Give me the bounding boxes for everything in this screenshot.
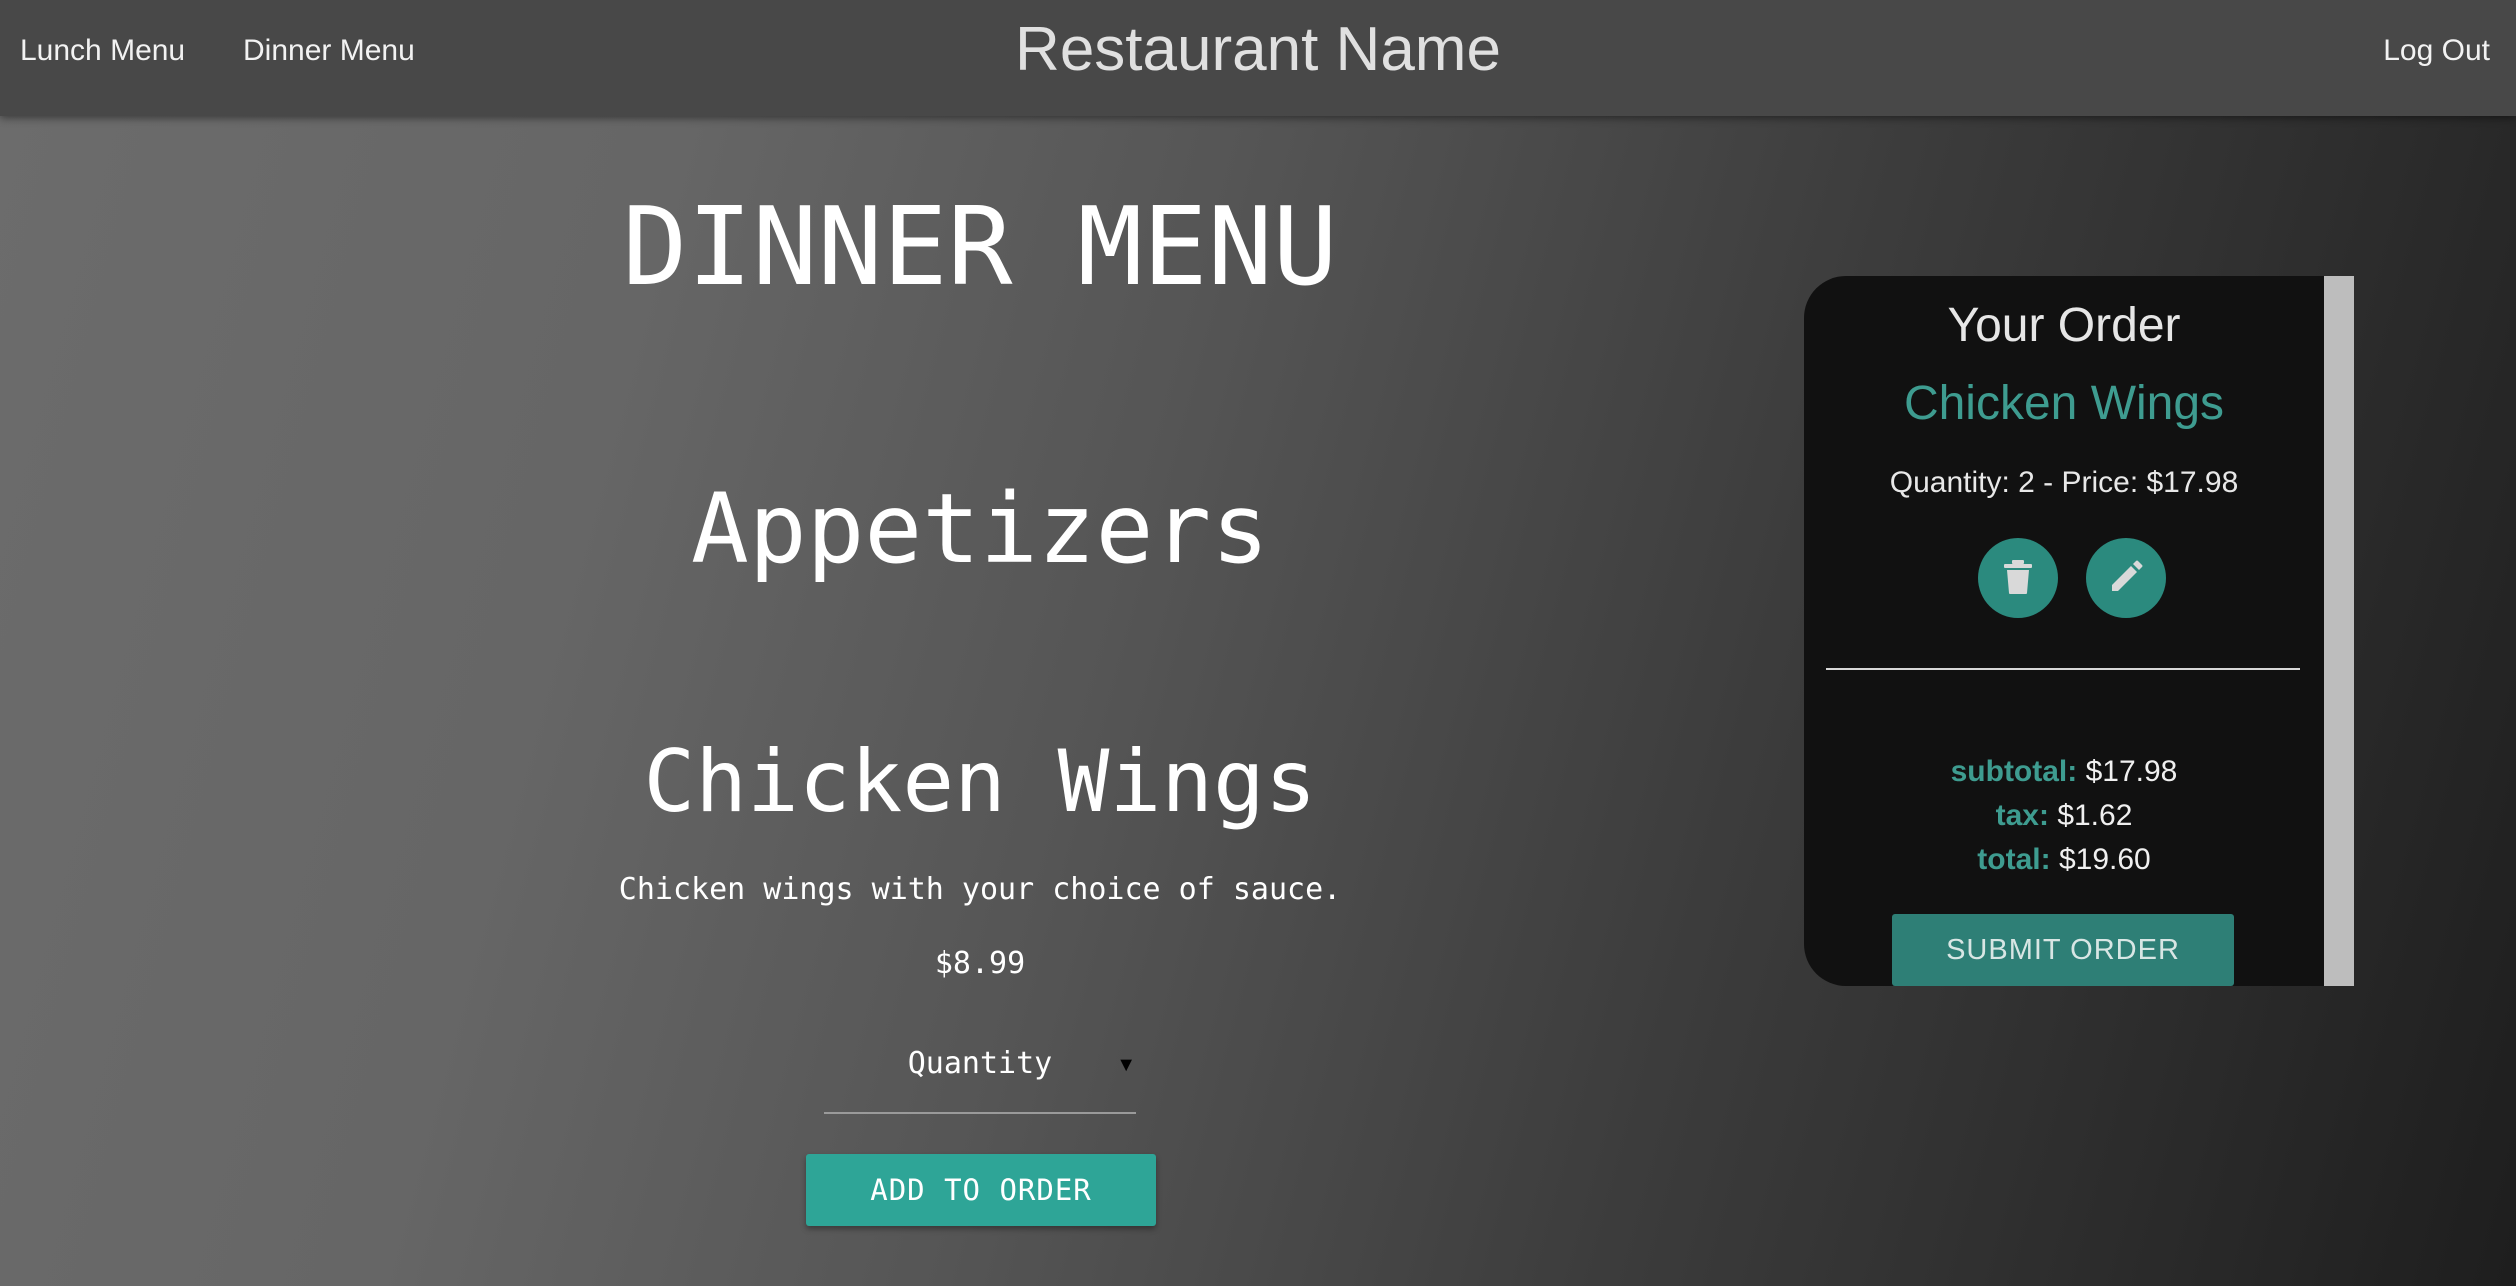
menu-item-price: $8.99 (934, 946, 1026, 981)
subtotal-value: $17.98 (2085, 755, 2178, 788)
order-item-name: Chicken Wings (1903, 377, 2225, 430)
quantity-select[interactable]: Quantity ▼ (824, 1028, 1136, 1114)
delete-item-button[interactable] (1978, 538, 2058, 618)
section-title: Appetizers (691, 473, 1269, 585)
tax-row: tax: $1.62 (1804, 794, 2324, 838)
pencil-icon (2108, 559, 2144, 598)
total-value: $19.60 (2058, 843, 2151, 876)
edit-item-button[interactable] (2086, 538, 2166, 618)
total-label: total: (1977, 843, 2051, 876)
order-panel-scrollbar[interactable] (2324, 276, 2354, 986)
order-item-quantity-price: Quantity: 2 - Price: $17.98 (1889, 466, 2239, 499)
order-panel: Your Order Chicken Wings Quantity: 2 - P… (1804, 276, 2352, 986)
tax-value: $1.62 (2057, 799, 2133, 832)
order-divider (1826, 668, 2300, 670)
submit-order-button[interactable]: SUBMIT ORDER (1892, 914, 2234, 986)
trash-icon (2003, 559, 2033, 598)
subtotal-row: subtotal: $17.98 (1804, 750, 2324, 794)
tax-label: tax: (1995, 799, 2049, 832)
order-heading: Your Order (1947, 299, 2181, 352)
subtotal-label: subtotal: (1950, 755, 2078, 788)
page-title: DINNER MENU (622, 185, 1338, 310)
menu-item-description: Chicken wings with your choice of sauce. (618, 872, 1342, 907)
order-totals: subtotal: $17.98 tax: $1.62 total: $19.6… (1804, 750, 2324, 882)
caret-down-icon: ▼ (1116, 1054, 1136, 1076)
menu-item-name: Chicken Wings (643, 732, 1317, 832)
quantity-placeholder: Quantity (907, 1046, 1053, 1081)
add-to-order-button[interactable]: ADD TO ORDER (806, 1154, 1156, 1226)
total-row: total: $19.60 (1804, 838, 2324, 882)
restaurant-name: Restaurant Name (1015, 15, 1501, 84)
logout-link[interactable]: Log Out (2383, 34, 2490, 68)
top-navbar: Lunch Menu Dinner Menu Restaurant Name L… (0, 0, 2516, 116)
